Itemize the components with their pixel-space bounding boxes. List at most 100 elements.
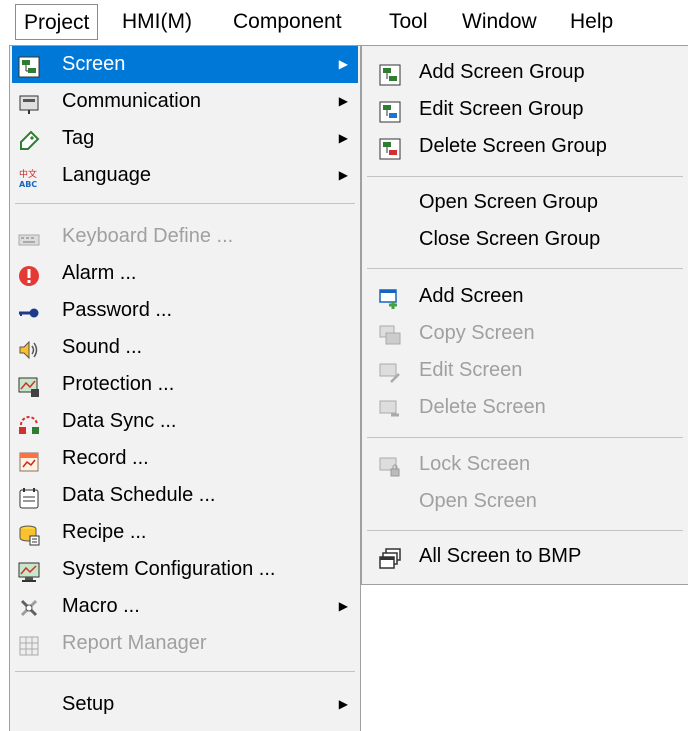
menu-item-close-screen-group[interactable]: Close Screen Group (364, 221, 686, 258)
menu-item-add-screen[interactable]: Add Screen (364, 278, 686, 315)
menu-help[interactable]: Help (562, 4, 621, 40)
menu-item-label: Copy Screen (419, 322, 535, 344)
menu-item-label: Edit Screen (419, 359, 523, 381)
data-sync-icon (18, 411, 40, 434)
screen-submenu: Add Screen Group Edit Screen Group Delet… (361, 45, 688, 585)
menu-item-label: Alarm ... (62, 262, 137, 284)
menu-window[interactable]: Window (454, 4, 545, 40)
alarm-icon (18, 263, 40, 286)
menu-item-label: Open Screen Group (419, 191, 598, 213)
menu-item-label: Open Screen (419, 490, 537, 512)
menu-item-communication[interactable]: Communication ▶ (12, 83, 358, 120)
password-key-icon (18, 300, 40, 322)
menu-item-label: Communication (62, 90, 201, 112)
menu-bar: Project HMI(M) Component Tool Window Hel… (0, 0, 688, 44)
menu-item-lock-screen: Lock Screen (364, 446, 686, 483)
menu-item-label: All Screen to BMP (419, 545, 582, 567)
menu-separator (367, 530, 683, 531)
svg-text:中文: 中文 (19, 168, 37, 180)
all-screen-to-bmp-icon (379, 546, 401, 569)
menu-separator (367, 176, 683, 177)
menu-item-label: Lock Screen (419, 453, 531, 475)
menu-item-label: Report Manager (62, 632, 207, 654)
menu-item-keyboard-define: Keyboard Define ... (12, 218, 358, 255)
menu-item-open-screen-group[interactable]: Open Screen Group (364, 184, 686, 221)
menu-item-copy-screen: Copy Screen (364, 315, 686, 352)
macro-icon (18, 596, 40, 618)
menu-component[interactable]: Component (225, 4, 350, 40)
system-configuration-icon (18, 559, 40, 582)
menu-item-label: System Configuration ... (62, 558, 276, 580)
menu-item-label: Password ... (62, 299, 173, 321)
menu-item-label: Data Sync ... (62, 410, 177, 432)
menu-item-label: Sound ... (62, 336, 143, 358)
add-screen-icon (379, 286, 401, 309)
menu-item-macro[interactable]: Macro ... ▶ (12, 588, 358, 625)
project-menu: Screen ▶ Communication ▶ Tag ▶ 中文 ABC Lan… (9, 45, 361, 731)
report-manager-icon (18, 633, 40, 656)
submenu-arrow-icon: ▶ (338, 131, 348, 145)
menu-item-system-configuration[interactable]: System Configuration ... (12, 551, 358, 588)
menu-item-tag[interactable]: Tag ▶ (12, 120, 358, 157)
keyboard-icon (18, 226, 40, 248)
menu-item-record[interactable]: Record ... (12, 440, 358, 477)
add-screen-group-icon (379, 62, 401, 86)
menu-item-password[interactable]: Password ... (12, 292, 358, 329)
menu-item-label: Add Screen (419, 285, 524, 307)
menu-item-protection[interactable]: Protection ... (12, 366, 358, 403)
edit-screen-group-icon (379, 99, 401, 123)
menu-item-delete-screen: Delete Screen (364, 389, 686, 426)
menu-item-alarm[interactable]: Alarm ... (12, 255, 358, 292)
menu-item-setup[interactable]: Setup ▶ (12, 686, 358, 723)
edit-screen-icon (379, 360, 401, 383)
submenu-arrow-icon: ▶ (338, 599, 348, 613)
record-icon (18, 448, 40, 472)
menu-item-label: Edit Screen Group (419, 98, 584, 120)
menu-item-label: Tag (62, 127, 95, 149)
menu-item-label: Data Schedule ... (62, 484, 216, 506)
menu-item-label: Protection ... (62, 373, 175, 395)
menu-project[interactable]: Project (15, 4, 99, 40)
menu-item-language[interactable]: 中文 ABC Language ▶ (12, 157, 358, 194)
menu-item-label: Delete Screen (419, 396, 546, 418)
menu-item-label: Add Screen Group (419, 61, 585, 83)
communication-icon (18, 91, 40, 114)
menu-item-report-manager: Report Manager (12, 625, 358, 662)
menu-item-data-sync[interactable]: Data Sync ... (12, 403, 358, 440)
submenu-arrow-icon: ▶ (338, 94, 348, 108)
menu-item-label: Delete Screen Group (419, 135, 607, 157)
submenu-arrow-icon: ▶ (338, 697, 348, 711)
screen-group-icon (18, 54, 40, 78)
delete-screen-group-icon (379, 136, 401, 160)
menu-item-all-screen-to-bmp[interactable]: All Screen to BMP (364, 538, 686, 575)
menu-item-label: Close Screen Group (419, 228, 601, 250)
menu-item-open-screen: Open Screen (364, 483, 686, 520)
menu-item-label: Setup (62, 693, 115, 715)
menu-item-label: Language (62, 164, 151, 186)
menu-item-label: Record ... (62, 447, 149, 469)
menu-separator (367, 437, 683, 438)
tag-icon (18, 128, 40, 150)
menu-separator (15, 203, 355, 204)
menu-item-data-schedule[interactable]: Data Schedule ... (12, 477, 358, 514)
menu-item-sound[interactable]: Sound ... (12, 329, 358, 366)
menu-hmi[interactable]: HMI(M) (114, 4, 200, 40)
data-schedule-icon (18, 485, 40, 509)
language-icon: 中文 ABC (18, 165, 40, 189)
submenu-arrow-icon: ▶ (338, 57, 348, 71)
menu-item-add-screen-group[interactable]: Add Screen Group (364, 54, 686, 91)
submenu-arrow-icon: ▶ (338, 168, 348, 182)
menu-tool[interactable]: Tool (381, 4, 436, 40)
svg-text:ABC: ABC (19, 180, 37, 189)
menu-item-label: Recipe ... (62, 521, 147, 543)
menu-separator (15, 671, 355, 672)
lock-screen-icon (379, 454, 401, 477)
delete-screen-icon (379, 397, 401, 419)
menu-separator (367, 268, 683, 269)
speaker-icon (18, 337, 40, 360)
menu-item-edit-screen-group[interactable]: Edit Screen Group (364, 91, 686, 128)
menu-item-label: Keyboard Define ... (62, 225, 234, 247)
menu-item-screen[interactable]: Screen ▶ (12, 46, 358, 83)
menu-item-recipe[interactable]: Recipe ... (12, 514, 358, 551)
menu-item-delete-screen-group[interactable]: Delete Screen Group (364, 128, 686, 165)
